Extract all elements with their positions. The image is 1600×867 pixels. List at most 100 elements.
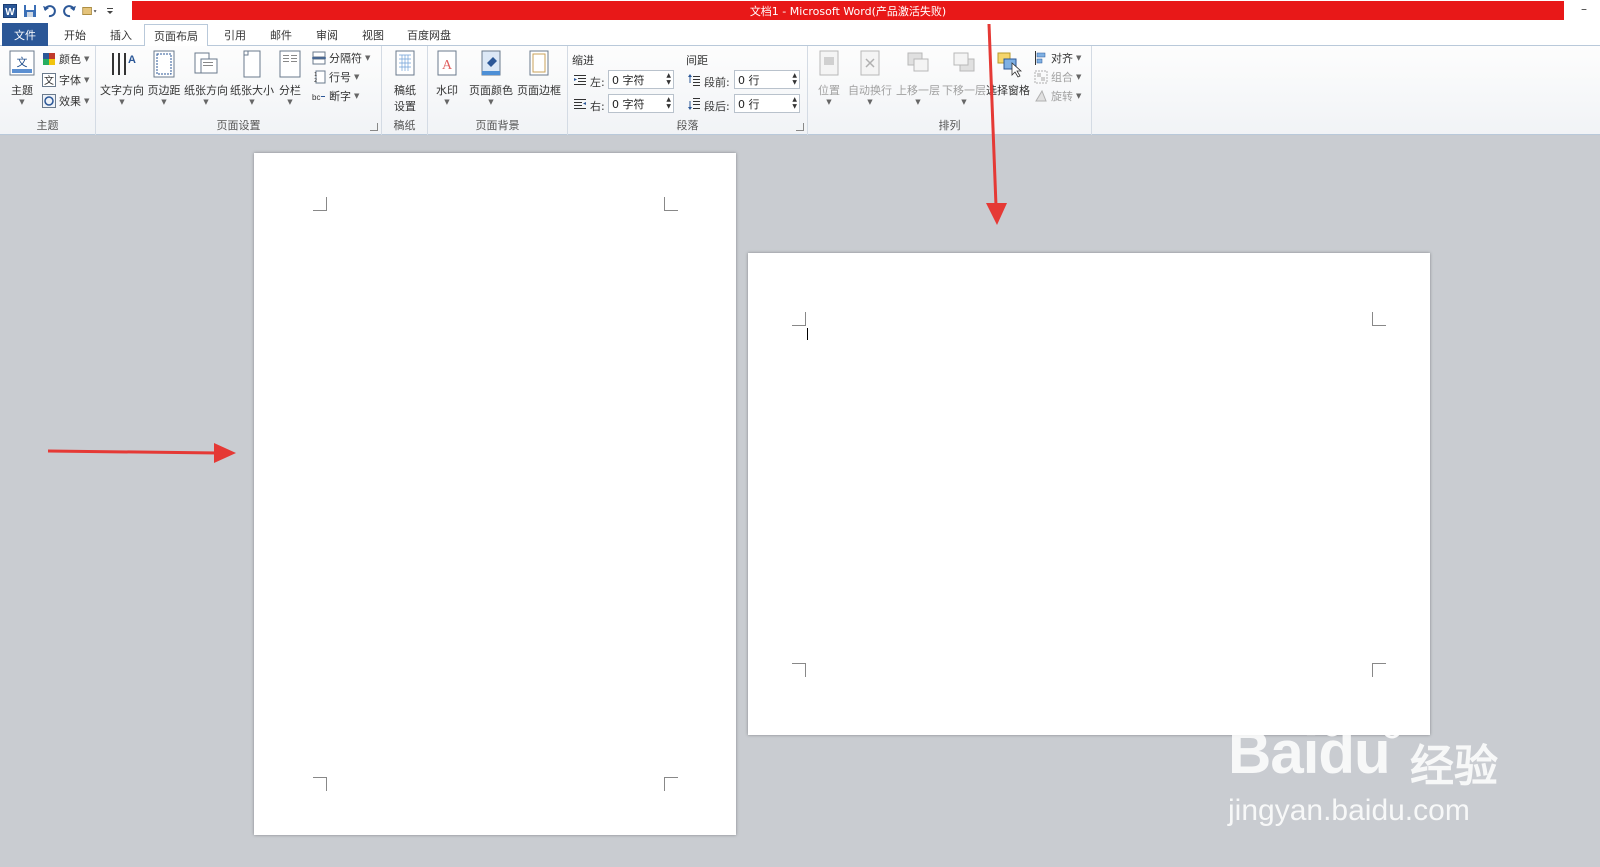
bring-forward-icon bbox=[907, 52, 929, 72]
spacing-label: 间距 bbox=[686, 54, 708, 67]
page-size-button[interactable]: 纸张大小 ▼ bbox=[230, 49, 274, 106]
group-theme: 文 主题 ▼ 颜色 ▼ 文 字体 ▼ 效果 ▼ 主题 bbox=[0, 46, 96, 135]
spin-arrows-icon[interactable]: ▲ ▼ bbox=[792, 96, 797, 110]
bring-forward-button[interactable]: 上移一层 ▼ bbox=[896, 49, 940, 106]
group-objects-icon bbox=[1034, 70, 1048, 84]
group-label-theme: 主题 bbox=[36, 119, 59, 132]
orientation-button[interactable]: 纸张方向 ▼ bbox=[184, 49, 228, 106]
send-backward-button[interactable]: 下移一层 ▼ bbox=[942, 49, 986, 106]
position-button[interactable]: 位置 ▼ bbox=[812, 49, 846, 106]
selection-pane-icon bbox=[997, 52, 1022, 78]
text-direction-button[interactable]: A 文字方向 ▼ bbox=[100, 49, 144, 106]
group-label-page-setup: 页面设置 bbox=[216, 119, 261, 132]
theme-colors-label: 颜色 bbox=[59, 53, 81, 66]
align-icon bbox=[1035, 51, 1046, 65]
crop-mark-top-right bbox=[1372, 312, 1386, 326]
manuscript-icon bbox=[395, 50, 415, 76]
minimize-button[interactable]: – bbox=[1570, 2, 1598, 18]
chevron-down-icon: ▼ bbox=[287, 98, 293, 106]
hyphenation-button[interactable]: bc 断字 ▼ bbox=[312, 87, 359, 105]
watermark-url: jingyan.baidu.com bbox=[1228, 794, 1470, 827]
wrap-text-icon bbox=[860, 50, 880, 76]
page-size-label: 纸张大小 bbox=[230, 84, 274, 97]
margins-button[interactable]: 页边距 ▼ bbox=[146, 49, 182, 106]
page-borders-icon bbox=[529, 50, 549, 76]
columns-label: 分栏 bbox=[279, 84, 301, 97]
chevron-down-icon: ▼ bbox=[84, 76, 90, 84]
align-button[interactable]: 对齐 ▼ bbox=[1034, 49, 1081, 67]
indent-left-icon bbox=[574, 75, 586, 85]
redo-icon[interactable] bbox=[62, 3, 78, 19]
word-app-icon[interactable]: W bbox=[2, 3, 18, 19]
orientation-label: 纸张方向 bbox=[184, 84, 228, 97]
send-backward-label: 下移一层 bbox=[942, 84, 986, 97]
themes-button[interactable]: 文 主题 ▼ bbox=[6, 49, 38, 106]
spacing-after-field[interactable]: 0 行 ▲ ▼ bbox=[734, 94, 800, 113]
group-label-paragraph: 段落 bbox=[676, 119, 699, 132]
qat-dropdown-icon[interactable] bbox=[102, 3, 118, 19]
group-label-manuscript: 稿纸 bbox=[393, 119, 416, 132]
columns-button[interactable]: 分栏 ▼ bbox=[276, 49, 304, 106]
tab-page-layout[interactable]: 页面布局 bbox=[144, 24, 208, 47]
svg-text:文: 文 bbox=[44, 74, 54, 87]
group-objects-button[interactable]: 组合 ▼ bbox=[1034, 68, 1081, 86]
chevron-down-icon: ▼ bbox=[161, 98, 167, 106]
watermark-button[interactable]: A 水印 ▼ bbox=[430, 49, 464, 106]
indent-right-icon bbox=[574, 99, 586, 109]
theme-effects-button[interactable]: 效果 ▼ bbox=[42, 92, 89, 110]
breaks-button[interactable]: 分隔符 ▼ bbox=[312, 49, 370, 67]
tab-baidu-netdisk[interactable]: 百度网盘 bbox=[398, 24, 460, 46]
indent-left-label: 左: bbox=[590, 76, 605, 89]
page-borders-label: 页面边框 bbox=[517, 84, 561, 97]
ribbon-tab-bar: 文件 开始 插入 页面布局 引用 邮件 审阅 视图 百度网盘 bbox=[0, 22, 1600, 47]
rotate-label: 旋转 bbox=[1051, 90, 1073, 103]
spin-arrows-icon[interactable]: ▲ ▼ bbox=[666, 72, 671, 86]
spacing-before-value: 0 行 bbox=[738, 73, 760, 87]
tab-home[interactable]: 开始 bbox=[52, 24, 98, 46]
page-setup-launcher-icon[interactable] bbox=[370, 123, 378, 131]
indent-left-field[interactable]: 0 字符 ▲ ▼ bbox=[608, 70, 674, 89]
tab-insert[interactable]: 插入 bbox=[98, 24, 144, 46]
rotate-button[interactable]: 旋转 ▼ bbox=[1034, 87, 1081, 105]
portrait-page[interactable] bbox=[254, 153, 736, 835]
theme-colors-button[interactable]: 颜色 ▼ bbox=[42, 50, 89, 68]
tab-references[interactable]: 引用 bbox=[212, 24, 258, 46]
svg-text:A: A bbox=[128, 54, 136, 66]
paragraph-launcher-icon[interactable] bbox=[796, 123, 804, 131]
chevron-down-icon: ▼ bbox=[84, 55, 90, 63]
spacing-before-field[interactable]: 0 行 ▲ ▼ bbox=[734, 70, 800, 89]
manuscript-settings-button[interactable]: 稿纸 设置 bbox=[388, 49, 422, 114]
hyphenation-label: 断字 bbox=[329, 90, 351, 103]
selection-pane-label: 选择窗格 bbox=[986, 84, 1030, 97]
wrap-text-button[interactable]: 自动换行 ▼ bbox=[848, 49, 892, 106]
window-title: 文档1 - Microsoft Word(产品激活失败) bbox=[132, 1, 1564, 20]
theme-fonts-label: 字体 bbox=[59, 74, 81, 87]
undo-icon[interactable] bbox=[42, 3, 58, 19]
tab-view[interactable]: 视图 bbox=[350, 24, 396, 46]
spin-arrows-icon[interactable]: ▲ ▼ bbox=[666, 96, 671, 110]
quick-access-toolbar: W bbox=[0, 0, 118, 22]
indent-right-field[interactable]: 0 字符 ▲ ▼ bbox=[608, 94, 674, 113]
page-borders-button[interactable]: 页面边框 bbox=[516, 49, 562, 98]
landscape-page[interactable] bbox=[748, 253, 1430, 735]
save-icon[interactable] bbox=[22, 3, 38, 19]
indent-right-value: 0 字符 bbox=[612, 97, 645, 111]
tab-file[interactable]: 文件 bbox=[2, 23, 48, 46]
customize-qat-icon[interactable] bbox=[82, 3, 98, 19]
spin-arrows-icon[interactable]: ▲ ▼ bbox=[792, 72, 797, 86]
tab-mailings[interactable]: 邮件 bbox=[258, 24, 304, 46]
watermark-suffix: 经验 bbox=[1410, 741, 1498, 792]
text-cursor bbox=[807, 328, 808, 340]
theme-fonts-button[interactable]: 文 字体 ▼ bbox=[42, 71, 89, 89]
page-color-icon bbox=[481, 50, 501, 76]
group-paragraph: 缩进 左: 0 字符 ▲ ▼ 右: 0 字符 ▲ ▼ 间距 段前: 0 行 ▲ ▼ 段… bbox=[568, 46, 808, 135]
spacing-before-label: 段前: bbox=[704, 76, 730, 89]
line-numbers-button[interactable]: 12 行号 ▼ bbox=[312, 68, 359, 86]
page-color-button[interactable]: 页面颜色 ▼ bbox=[468, 49, 514, 106]
theme-effects-label: 效果 bbox=[59, 95, 81, 108]
selection-pane-button[interactable]: 选择窗格 bbox=[986, 49, 1030, 98]
tab-review[interactable]: 审阅 bbox=[304, 24, 350, 46]
rotate-icon bbox=[1035, 89, 1047, 102]
group-page-setup: A 文字方向 ▼ 页边距 ▼ 纸张方向 ▼ 纸张大小 ▼ 分栏 ▼ 分隔符▼ bbox=[96, 46, 382, 135]
page-color-label: 页面颜色 bbox=[469, 84, 513, 97]
